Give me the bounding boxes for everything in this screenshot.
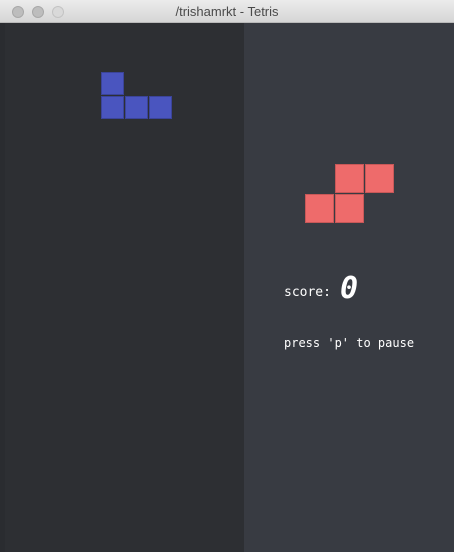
next-piece-cell (365, 164, 394, 193)
window-title: /trishamrkt - Tetris (175, 4, 279, 19)
title-bar: /trishamrkt - Tetris (0, 0, 454, 23)
next-piece-cell (335, 164, 364, 193)
score-value: 0 (340, 271, 359, 306)
tetris-window: /trishamrkt - Tetris score: 0 press 'p' … (0, 0, 454, 552)
pause-hint: press 'p' to pause (284, 336, 415, 350)
next-piece-cell (305, 194, 334, 223)
score-label: score: (284, 285, 331, 300)
active-piece-cell (101, 96, 124, 119)
next-piece-cell (335, 194, 364, 223)
active-piece-cell (101, 72, 124, 95)
active-piece-cell (149, 96, 172, 119)
active-piece-cell (125, 96, 148, 119)
